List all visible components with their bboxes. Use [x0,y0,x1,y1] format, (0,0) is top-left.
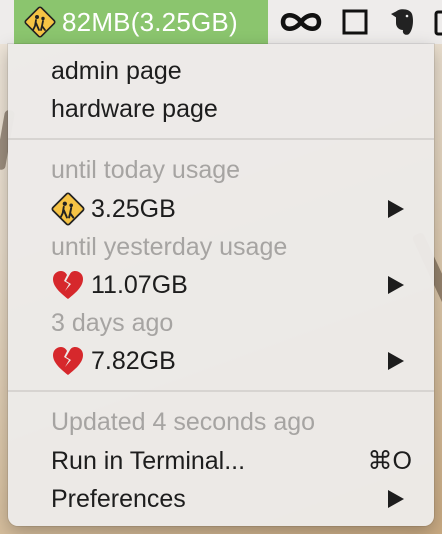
submenu-arrow-icon [388,276,404,294]
run-in-terminal-label: Run in Terminal... [51,446,246,475]
admin-page-label: admin page [51,56,182,85]
tray-icons [278,0,442,44]
until-today-header-label: until today usage [51,155,241,184]
three-days-header: 3 days ago [8,304,434,342]
three-days-usage-value: 7.82GB [91,346,176,375]
updated-status: Updated 4 seconds ago [8,403,434,441]
menu-separator [8,138,434,140]
until-yesterday-header-label: until yesterday usage [51,232,288,261]
yesterday-usage-item[interactable]: 11.07GB [8,266,434,304]
school-crossing-warning-icon [24,6,56,38]
preferences-item[interactable]: Preferences [8,480,434,518]
submenu-arrow-icon [388,352,404,370]
today-usage-item[interactable]: 3.25GB [8,190,434,228]
until-today-header: until today usage [8,151,434,189]
updated-status-label: Updated 4 seconds ago [51,407,316,436]
evernote-elephant-icon[interactable] [388,6,418,38]
today-usage-value: 3.25GB [91,194,176,223]
submenu-arrow-icon [388,490,404,508]
square-window-icon[interactable] [340,7,370,37]
hardware-page-item[interactable]: hardware page [8,90,434,128]
admin-page-item[interactable]: admin page [8,52,434,90]
menu-separator [8,390,434,392]
preferences-label: Preferences [51,484,186,513]
broken-heart-icon [53,347,83,375]
run-in-terminal-item[interactable]: Run in Terminal... ⌘O [8,442,434,480]
partial-tray-icon[interactable] [434,7,442,37]
infinity-icon[interactable] [278,10,324,34]
menu-bar: 82MB(3.25GB) [0,0,442,44]
status-menu-item[interactable]: 82MB(3.25GB) [14,0,268,44]
three-days-usage-item[interactable]: 7.82GB [8,342,434,380]
status-title: 82MB(3.25GB) [62,6,238,37]
broken-heart-icon [53,271,83,299]
run-in-terminal-shortcut: ⌘O [367,447,412,475]
school-crossing-warning-icon [51,192,85,226]
three-days-header-label: 3 days ago [51,308,174,337]
until-yesterday-header: until yesterday usage [8,228,434,266]
status-dropdown-menu: admin page hardware page until today usa… [8,44,434,526]
submenu-arrow-icon [388,200,404,218]
hardware-page-label: hardware page [51,94,218,123]
yesterday-usage-value: 11.07GB [91,270,188,299]
